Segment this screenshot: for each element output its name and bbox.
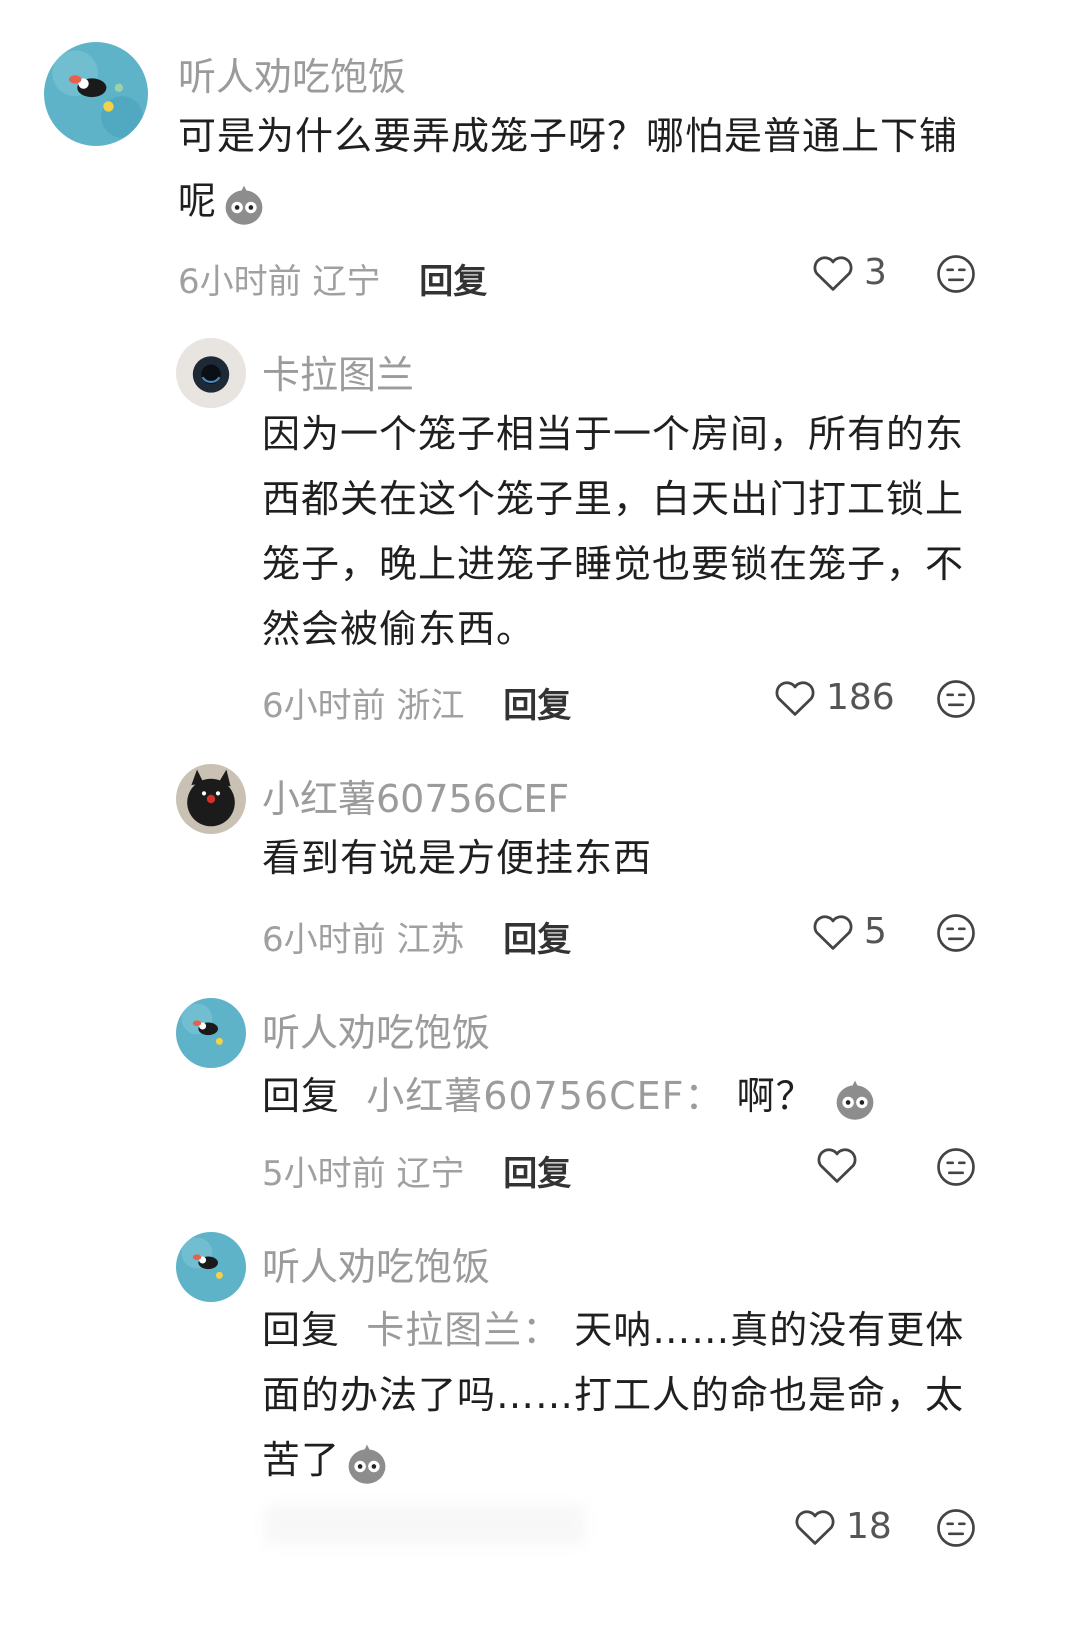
comment-text-line: 西都关在这个笼子里，白天出门打工锁上 (262, 477, 965, 521)
reply-prefix: 回复 (262, 1074, 341, 1118)
like-button[interactable]: 3 (812, 252, 887, 293)
comment-text-line: 然会被偷东西。 (262, 607, 536, 651)
reply-target-username[interactable]: 小红薯60756CEF： (366, 1074, 723, 1118)
avatar-dark-circle-image (176, 338, 246, 408)
like-count: 186 (826, 677, 895, 718)
comment-text: 看到有说是方便挂东西 (262, 836, 653, 880)
avatar[interactable] (176, 998, 246, 1068)
comment-time: 6小时前 (178, 262, 302, 302)
comment-meta: 6小时前 江苏 回复 (262, 912, 571, 961)
doge-emoji-icon (344, 1440, 390, 1486)
reply-button[interactable]: 回复 (503, 1154, 571, 1194)
username[interactable]: 听人劝吃饱饭 (262, 1236, 490, 1291)
comment-text: 回复 小红薯60756CEF： 啊？ (262, 1064, 1042, 1129)
username[interactable]: 小红薯60756CEF (262, 768, 569, 823)
dislike-face-icon[interactable] (936, 679, 976, 719)
like-count: 18 (846, 1506, 892, 1547)
comment-meta: 5小时前 辽宁 回复 (262, 1146, 571, 1195)
comment-text-line: 天呐……真的没有更体 (574, 1308, 965, 1352)
like-button[interactable]: 18 (794, 1506, 892, 1547)
like-button[interactable]: 186 (774, 677, 895, 718)
dislike-face-icon[interactable] (936, 913, 976, 953)
comment-location: 江苏 (396, 920, 465, 960)
avatar[interactable] (176, 764, 246, 834)
dislike-face-icon[interactable] (936, 1508, 976, 1548)
comment-location: 浙江 (396, 686, 465, 726)
dislike-face-icon[interactable] (936, 1147, 976, 1187)
comment-meta: 6小时前 辽宁 回复 (178, 254, 487, 303)
like-button[interactable]: 5 (812, 911, 887, 952)
comment-time: 6小时前 (262, 920, 386, 960)
heart-icon (795, 1509, 835, 1545)
comment-text-line: 呢 (178, 179, 218, 223)
heart-icon (813, 255, 853, 291)
comment-location: 辽宁 (312, 262, 381, 302)
avatar[interactable] (44, 42, 148, 146)
avatar-penguin-pool-image (176, 998, 246, 1068)
comment-text-line: 面的办法了吗……打工人的命也是命，太 (262, 1373, 965, 1417)
reply-target-username[interactable]: 卡拉图兰： (366, 1308, 561, 1352)
avatar-black-plush-image (176, 764, 246, 834)
avatar[interactable] (176, 1232, 246, 1302)
comment-text-line: 因为一个笼子相当于一个房间，所有的东 (262, 412, 965, 456)
username[interactable]: 听人劝吃饱饭 (178, 46, 406, 101)
reply-prefix: 回复 (262, 1308, 341, 1352)
heart-icon (813, 914, 853, 950)
like-button[interactable] (816, 1146, 868, 1184)
reply-button[interactable]: 回复 (503, 920, 571, 960)
reply-button[interactable]: 回复 (419, 262, 487, 302)
avatar[interactable] (176, 338, 246, 408)
comment-meta: 6小时前 浙江 回复 (262, 678, 571, 727)
like-count: 5 (864, 911, 887, 952)
comment-text: 因为一个笼子相当于一个房间，所有的东 西都关在这个笼子里，白天出门打工锁上 笼子… (262, 402, 1042, 662)
heart-icon (817, 1148, 857, 1183)
avatar-penguin-pool-image (176, 1232, 246, 1302)
comment-text: 回复 卡拉图兰： 天呐……真的没有更体 面的办法了吗……打工人的命也是命，太 苦… (262, 1298, 1042, 1493)
doge-emoji-icon (221, 181, 267, 227)
username[interactable]: 听人劝吃饱饭 (262, 1002, 490, 1057)
comment-text-line: 可是为什么要弄成笼子呀？哪怕是普通上下铺 (178, 114, 959, 158)
username[interactable]: 卡拉图兰 (262, 344, 414, 399)
comment-time: 5小时前 (262, 1154, 386, 1194)
like-count: 3 (864, 252, 887, 293)
comment-text-line: 笼子，晚上进笼子睡觉也要锁在笼子，不 (262, 542, 965, 586)
dislike-face-icon[interactable] (936, 254, 976, 294)
comment-time: 6小时前 (262, 686, 386, 726)
comment-text-body: 啊？ (736, 1074, 815, 1118)
doge-emoji-icon (832, 1076, 878, 1122)
reply-button[interactable]: 回复 (503, 686, 571, 726)
avatar-penguin-pool-image (44, 42, 148, 146)
comment-text: 可是为什么要弄成笼子呀？哪怕是普通上下铺 呢 (178, 104, 1038, 234)
comment-text-line: 苦了 (262, 1438, 341, 1482)
comment-location: 辽宁 (396, 1154, 465, 1194)
blurred-meta-text (265, 1505, 585, 1545)
heart-icon (775, 680, 815, 716)
